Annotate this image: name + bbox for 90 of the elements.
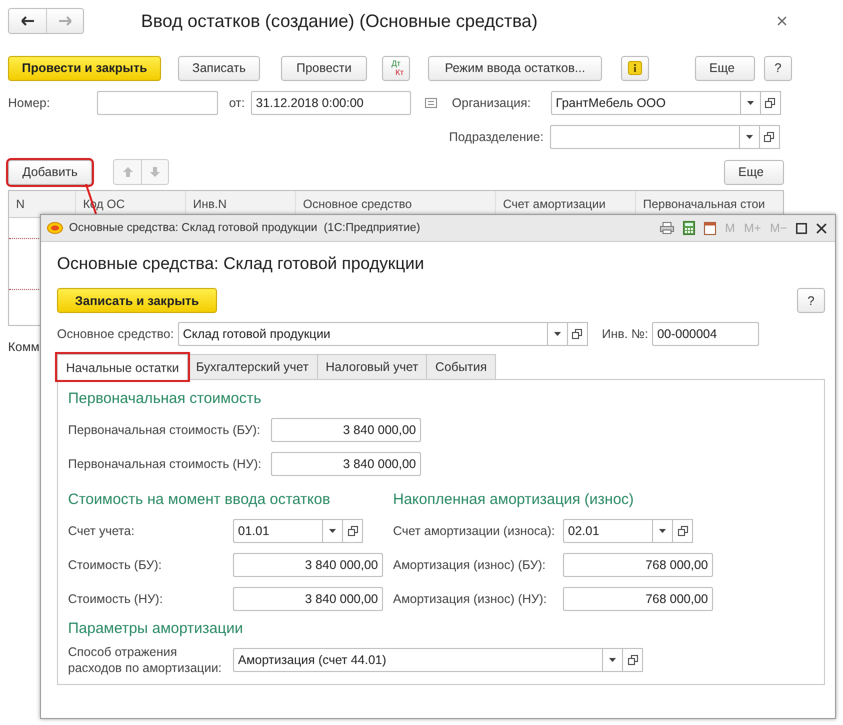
section-heading: Параметры амортизации: [68, 619, 244, 639]
open-button[interactable]: [673, 519, 693, 543]
close-icon[interactable]: [816, 222, 827, 234]
select-field[interactable]: 01.01: [233, 519, 323, 543]
amount-field[interactable]: 3 840 000,00: [271, 418, 421, 442]
field-label: Инв. №:: [602, 327, 648, 341]
tab[interactable]: События: [426, 354, 496, 379]
field-label: Стоимость (НУ):: [68, 592, 164, 606]
field-label: от:: [229, 96, 245, 110]
open-icon: [678, 526, 688, 536]
toolbar-button[interactable]: Провести: [281, 56, 367, 80]
column-header[interactable]: Первоначальная стои: [636, 191, 783, 217]
open-button[interactable]: [568, 322, 588, 346]
dropdown-button[interactable]: [323, 519, 343, 543]
field-label: Амортизация (износ) (БУ):: [393, 558, 547, 572]
open-icon: [765, 98, 776, 108]
amount-field[interactable]: 3 840 000,00: [233, 587, 383, 611]
form-heading: Основные средства: Склад готовой продукции: [57, 253, 426, 275]
field-label: Комм: [8, 340, 40, 354]
open-button[interactable]: [623, 648, 643, 672]
select-field[interactable]: Склад готовой продукции: [178, 322, 548, 346]
open-button[interactable]: [760, 125, 780, 149]
open-icon: [764, 132, 774, 142]
forward-arrow-icon: [58, 16, 72, 26]
add-button[interactable]: Добавить: [8, 160, 92, 184]
open-icon: [628, 655, 638, 665]
amount-field[interactable]: 3 840 000,00: [271, 452, 421, 476]
field-label: Номер:: [8, 96, 51, 110]
list-icon[interactable]: [424, 98, 437, 108]
printer-icon[interactable]: [660, 222, 674, 234]
dropdown-button[interactable]: [548, 322, 568, 346]
open-button[interactable]: [343, 519, 363, 543]
save-and-close-button[interactable]: Записать и закрыть: [57, 288, 217, 313]
dropdown-button[interactable]: [603, 648, 623, 672]
field-label: Амортизация (износ) (НУ):: [393, 592, 548, 606]
window-title: Ввод остатков (создание) (Основные средства): [141, 10, 538, 32]
app-logo-icon: [47, 222, 63, 234]
calculator-icon[interactable]: [682, 221, 695, 235]
field-label: Первоначальная стоимость (НУ):: [68, 457, 262, 471]
field-label: Счет учета:: [68, 524, 136, 538]
dialog-title: Основные средства: Склад готовой продукции (1С:Предприятие): [69, 222, 420, 234]
field-label: Стоимость (БУ):: [68, 558, 163, 572]
help-button[interactable]: ?: [797, 288, 825, 313]
tab[interactable]: Начальные остатки: [57, 354, 188, 380]
field-label: Подразделение:: [449, 130, 544, 144]
more-button[interactable]: Еще: [695, 56, 755, 80]
field-label: Счет амортизации (износа):: [393, 524, 556, 538]
date-field[interactable]: 31.12.2018 0:00:00: [250, 91, 411, 115]
section-heading: Первоначальная стоимость: [68, 389, 262, 409]
amount-field[interactable]: 768 000,00: [563, 553, 713, 577]
open-icon: [348, 526, 358, 536]
field-label: Организация:: [452, 96, 531, 110]
select-field[interactable]: ГрантМебель ООО: [550, 91, 741, 115]
caret-icon: [609, 658, 616, 662]
caret-icon: [746, 101, 754, 105]
more-button[interactable]: Еще: [724, 160, 784, 184]
toolbar-button[interactable]: Записать: [178, 56, 260, 80]
select-field[interactable]: Амортизация (счет 44.01): [233, 648, 603, 672]
caret-icon: [329, 529, 336, 533]
open-icon: [572, 329, 582, 339]
field-label: Способ отражения расходов по амортизации:: [68, 644, 223, 676]
up-arrow-icon: [122, 167, 132, 177]
back-arrow-icon: [20, 16, 34, 26]
select-field[interactable]: [550, 125, 740, 149]
calendar-icon[interactable]: [704, 221, 716, 235]
amount-field[interactable]: 3 840 000,00: [233, 553, 383, 577]
amount-field[interactable]: 768 000,00: [563, 587, 713, 611]
dropdown-button[interactable]: [740, 125, 760, 149]
close-icon[interactable]: [777, 16, 787, 26]
post-and-close-button[interactable]: Провести и закрыть: [8, 56, 161, 80]
select-field[interactable]: 02.01: [563, 519, 653, 543]
caret-icon: [554, 332, 561, 336]
dt-kt-button[interactable]: Дт Кт: [382, 56, 410, 80]
caret-icon: [746, 135, 753, 139]
inventory-number-field[interactable]: 00-000004: [652, 322, 760, 346]
toolbar-button[interactable]: ?: [764, 56, 792, 80]
section-heading: Накопленная амортизация (износ): [393, 490, 635, 510]
field-label: Первоначальная стоимость (БУ):: [68, 423, 262, 437]
dropdown-button[interactable]: [740, 91, 761, 115]
number-field[interactable]: [97, 91, 218, 115]
field-label: Основное средство:: [57, 327, 174, 341]
caret-icon: [659, 529, 666, 533]
toolbar-button[interactable]: Режим ввода остатков...: [428, 56, 602, 80]
open-button[interactable]: [760, 91, 781, 115]
info-icon: [628, 61, 642, 75]
maximize-icon[interactable]: [796, 222, 807, 234]
section-heading: Стоимость на момент ввода остатков: [68, 490, 332, 510]
tab[interactable]: Налоговый учет: [316, 354, 428, 379]
dropdown-button[interactable]: [653, 519, 673, 543]
down-arrow-icon: [150, 167, 160, 177]
